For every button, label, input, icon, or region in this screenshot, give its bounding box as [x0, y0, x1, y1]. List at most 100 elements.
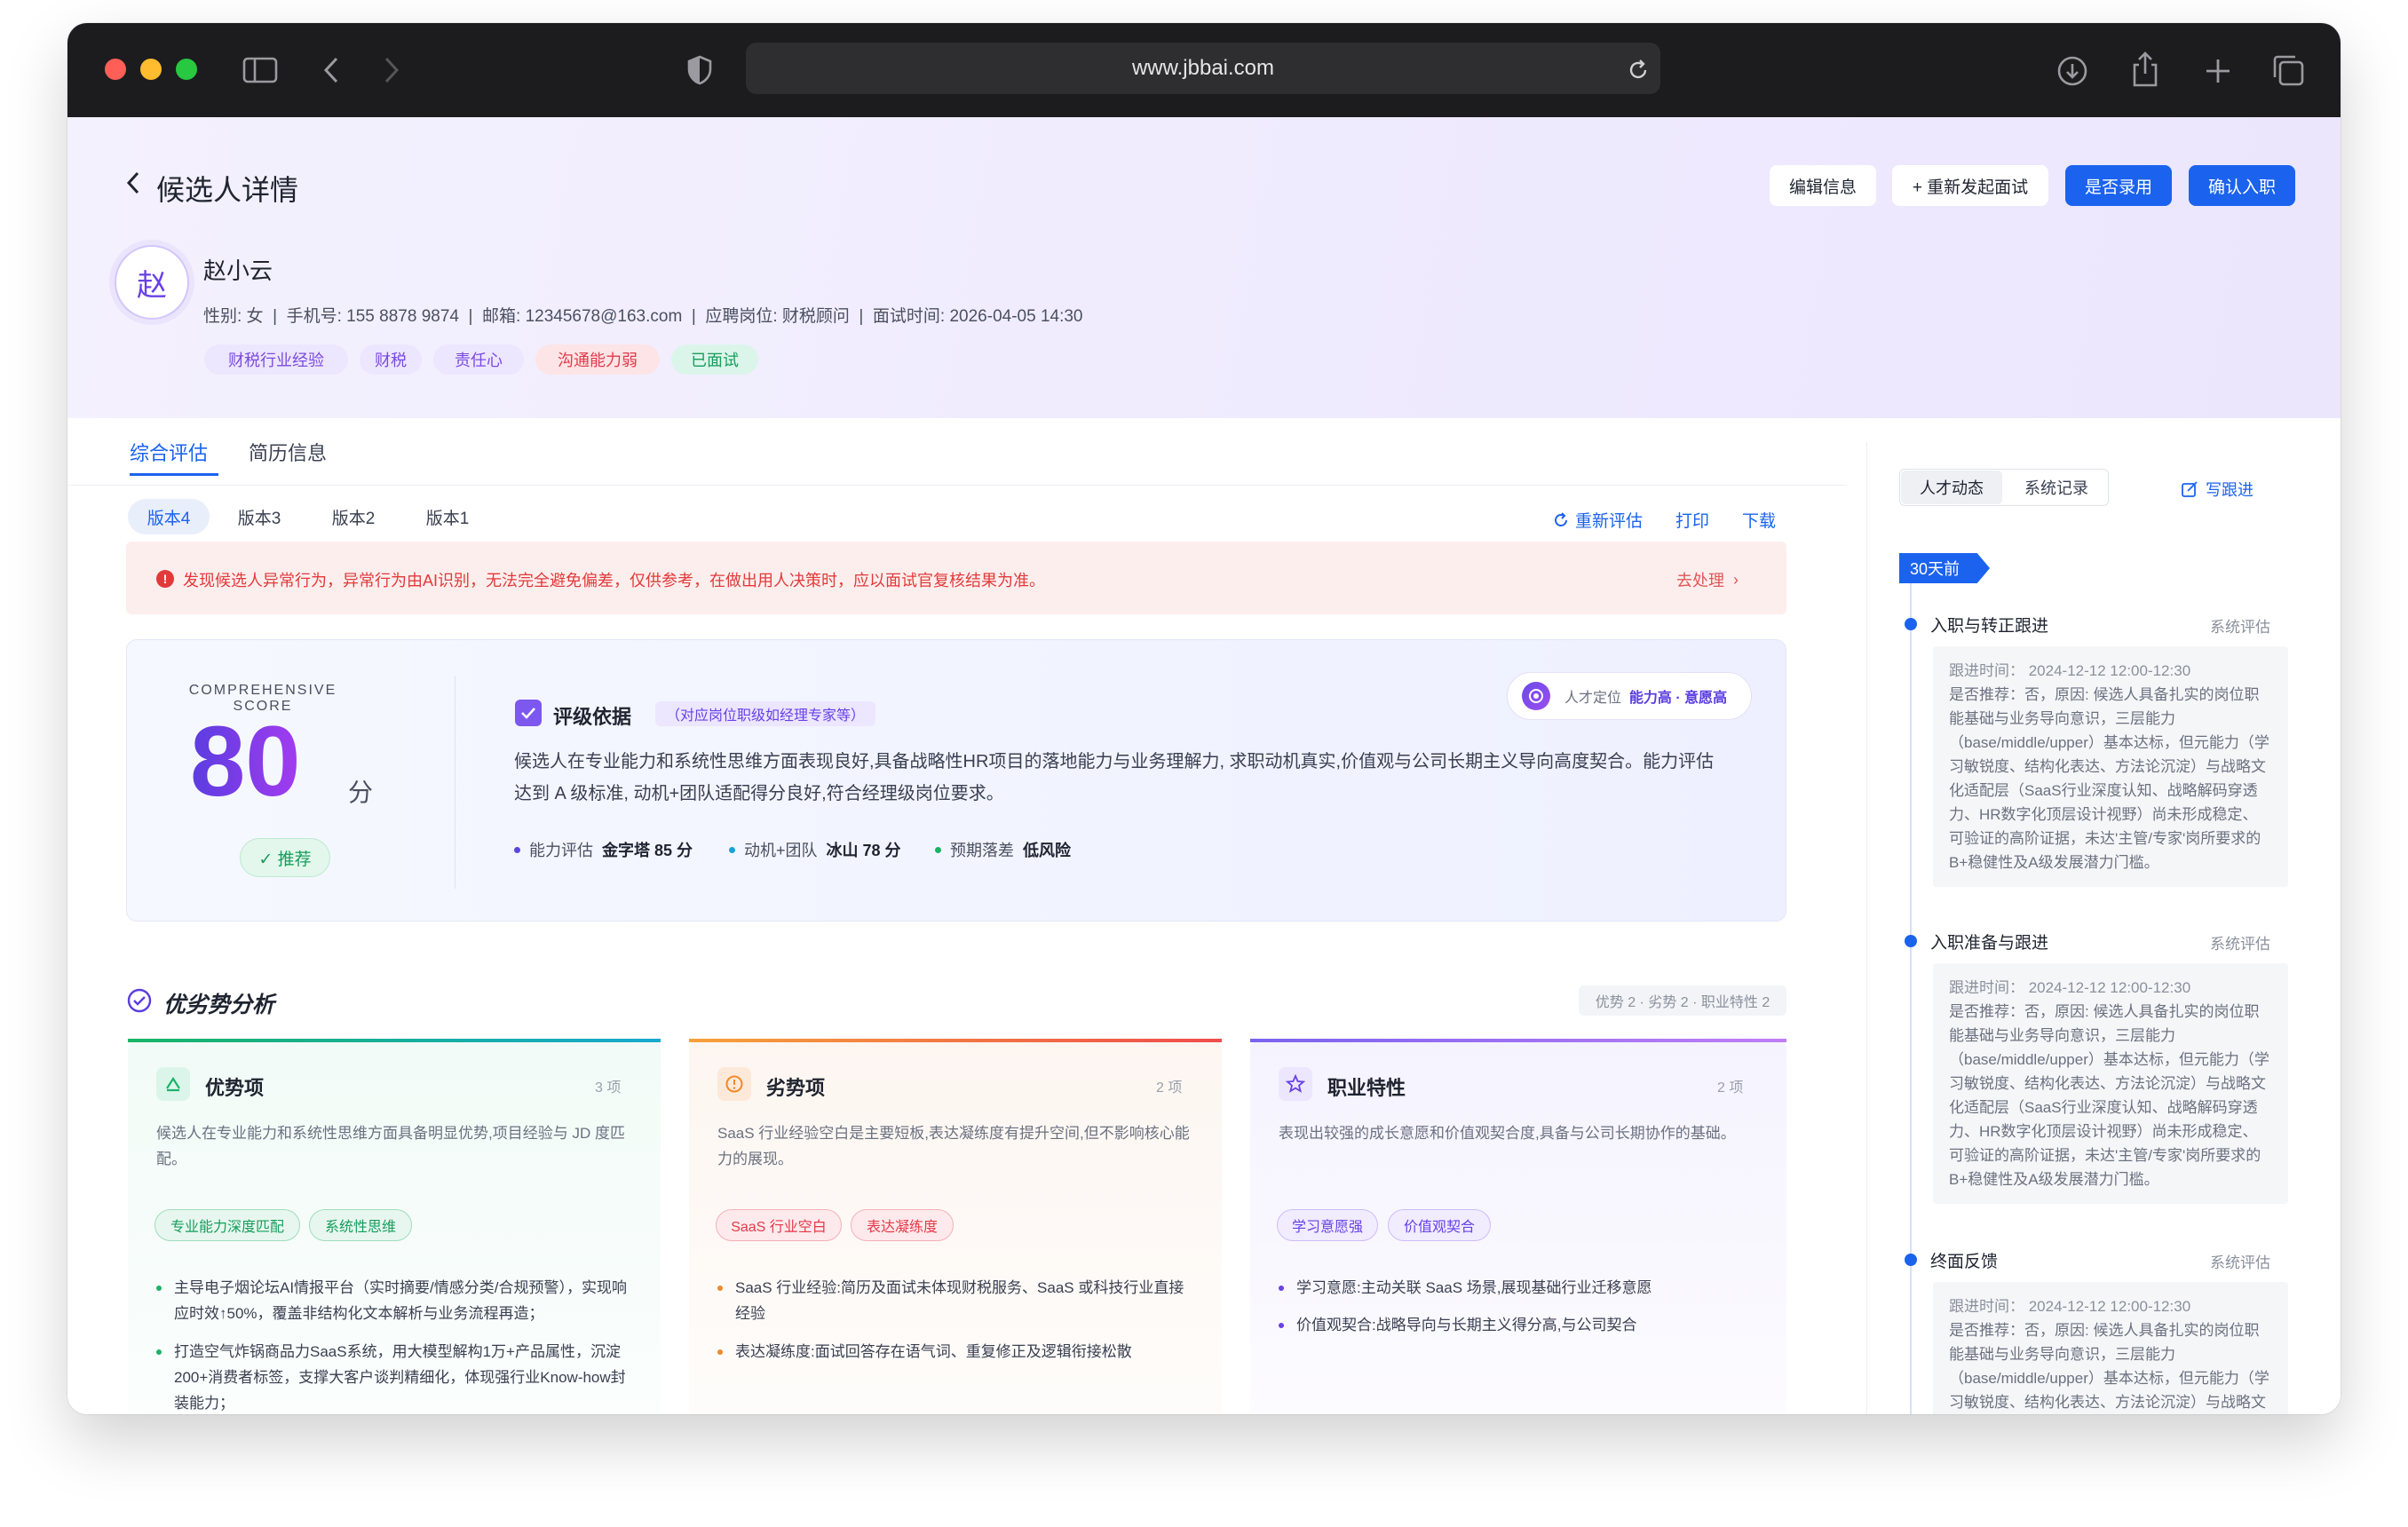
- timeline-dot: [1905, 935, 1917, 947]
- position-label: 人才定位: [1564, 691, 1622, 706]
- write-followup-label: 写跟进: [2206, 481, 2254, 499]
- back-nav-icon[interactable]: [318, 55, 345, 85]
- basis-tag: （对应岗位职级如经理专家等）: [655, 701, 876, 726]
- metric-value: 金字塔 85 分: [602, 842, 693, 859]
- tab-overall-evaluation[interactable]: 综合评估: [130, 438, 208, 466]
- sidebar-toggle-icon[interactable]: [242, 55, 279, 85]
- tab-overview-icon[interactable]: [2269, 51, 2307, 89]
- reevaluate-link[interactable]: 重新评估: [1552, 508, 1643, 532]
- reload-icon[interactable]: [1625, 57, 1652, 83]
- trait-item-2: 价值观契合:战略导向与长期主义得分高,与公司契合: [1279, 1312, 1760, 1338]
- alert-action-link[interactable]: 去处理 ›: [1676, 568, 1739, 591]
- trait-chip-1: 学习意愿强: [1277, 1209, 1378, 1241]
- zoom-window-button[interactable]: [176, 59, 197, 80]
- event-3-body: 是否推荐：否，原因: 候选人具备扎实的岗位职能基础与业务导向意识，三层能力（ba…: [1949, 1322, 2269, 1411]
- event-1-title: 入职与转正跟进: [1930, 617, 2049, 636]
- event-3-detail: 跟进时间： 2024-12-12 12:00-12:30 是否推荐：否，原因: …: [1933, 1282, 2288, 1414]
- tag-responsibility: 责任心: [433, 344, 524, 375]
- candidate-info: 性别: 女 | 手机号: 155 8878 9874 | 邮箱: 1234567…: [203, 307, 1083, 326]
- weakness-item-1: SaaS 行业经验:简历及面试未体现财税服务、SaaS 或科技行业直接经验: [717, 1275, 1199, 1326]
- print-link[interactable]: 打印: [1675, 508, 1709, 532]
- strength-item-2: 打造空气炸锅商品力SaaS系统，用大模型解构1万+产品属性，沉淀200+消费者标…: [156, 1339, 638, 1414]
- metric-label: 动机+团队: [744, 842, 818, 859]
- tag-industry: 财税行业经验: [204, 344, 348, 375]
- hire-decision-button[interactable]: 是否录用: [2065, 165, 2172, 206]
- weakness-chip-2: 表达凝练度: [851, 1209, 954, 1241]
- minimize-window-button[interactable]: [140, 59, 162, 80]
- traits-desc: 表现出较强的成长意愿和价值观契合度,具备与公司长期协作的基础。: [1279, 1125, 1736, 1142]
- metric-expectation-gap: 预期落差 低风险: [935, 838, 1071, 861]
- share-icon[interactable]: [2127, 50, 2163, 89]
- write-followup-link[interactable]: 写跟进: [2181, 478, 2254, 501]
- weakness-item-2: 表达凝练度:面试回答存在语气词、重复修正及逻辑衔接松散: [717, 1339, 1199, 1365]
- analysis-check-icon: [127, 988, 152, 1013]
- reinterview-button[interactable]: + 重新发起面试: [1892, 165, 2048, 206]
- metric-value: 低风险: [1023, 842, 1071, 859]
- avatar: 赵: [115, 245, 189, 320]
- weaknesses-desc: SaaS 行业经验空白是主要短板,表达凝练度有提升空间,但不影响核心能力的展现。: [717, 1125, 1190, 1167]
- browser-toolbar: www.jbbai.com: [67, 23, 2341, 117]
- chevron-right-icon: ›: [1733, 570, 1739, 589]
- basis-text: 候选人在专业能力和系统性思维方面表现良好,具备战略性HR项目的落地能力与业务理解…: [514, 752, 1715, 803]
- side-tab-system-records[interactable]: 系统记录: [2006, 471, 2107, 504]
- period-marker: 30天前: [1899, 553, 1990, 583]
- confirm-onboard-button[interactable]: 确认入职: [2189, 165, 2295, 206]
- version-1-tab[interactable]: 版本1: [407, 499, 488, 534]
- side-tab-talent-dynamics[interactable]: 人才动态: [1901, 471, 2002, 504]
- reevaluate-label: 重新评估: [1575, 512, 1644, 531]
- forward-nav-icon[interactable]: [378, 55, 405, 85]
- back-arrow-icon[interactable]: [124, 170, 144, 198]
- event-2-title: 入职准备与跟进: [1930, 934, 2049, 953]
- refresh-icon: [1555, 511, 1567, 526]
- event-2-time: 跟进时间： 2024-12-12 12:00-12:30: [1949, 979, 2191, 996]
- version-4-tab[interactable]: 版本4: [128, 499, 210, 534]
- download-link[interactable]: 下载: [1742, 508, 1776, 532]
- metric-label: 能力评估: [529, 842, 593, 859]
- event-3-time: 跟进时间： 2024-12-12 12:00-12:30: [1949, 1298, 2191, 1315]
- analysis-summary: 优势 2 · 劣势 2 · 职业特性 2: [1579, 985, 1786, 1016]
- event-1-time: 跟进时间： 2024-12-12 12:00-12:30: [1949, 662, 2191, 679]
- traits-title: 职业特性: [1327, 1077, 1406, 1099]
- strength-trend-icon: [156, 1067, 190, 1101]
- tab-resume-info[interactable]: 简历信息: [249, 438, 327, 466]
- tag-interviewed: 已面试: [671, 344, 758, 375]
- event-3-source: 系统评估: [2210, 1254, 2270, 1271]
- active-tab-indicator: [130, 473, 218, 476]
- edit-info-button[interactable]: 编辑信息: [1770, 165, 1876, 206]
- alert-action-label: 去处理: [1676, 572, 1724, 589]
- event-3-title: 终面反馈: [1930, 1253, 1999, 1271]
- edit-icon: [2182, 481, 2198, 497]
- weakness-alert-icon: [717, 1067, 751, 1101]
- close-window-button[interactable]: [105, 59, 126, 80]
- download-icon[interactable]: [2055, 53, 2090, 89]
- basis-check-icon: [515, 700, 542, 726]
- strengths-count: 3 项: [595, 1080, 622, 1096]
- new-tab-icon[interactable]: [2200, 53, 2236, 89]
- score-value: 80: [190, 706, 301, 817]
- metric-dot: [935, 846, 941, 853]
- trait-chip-2: 价值观契合: [1388, 1209, 1491, 1241]
- trait-item-1: 学习意愿:主动关联 SaaS 场景,展现基础行业迁移意愿: [1279, 1275, 1760, 1301]
- tag-weak-communication: 沟通能力弱: [535, 344, 660, 375]
- weaknesses-count: 2 项: [1156, 1080, 1183, 1096]
- traits-count: 2 项: [1717, 1080, 1744, 1096]
- strength-chip-1: 专业能力深度匹配: [154, 1209, 300, 1241]
- browser-window: www.jbbai.com 候选人详情 编辑信息 + 重新发起面试 是否录用 确…: [67, 23, 2341, 1414]
- event-1-detail: 跟进时间： 2024-12-12 12:00-12:30 是否推荐：否，原因: …: [1933, 646, 2288, 887]
- address-bar[interactable]: www.jbbai.com: [746, 43, 1660, 94]
- metric-ability: 能力评估 金字塔 85 分: [514, 838, 693, 861]
- event-2-body: 是否推荐：否，原因: 候选人具备扎实的岗位职能基础与业务导向意识，三层能力（ba…: [1949, 1003, 2269, 1188]
- metric-motivation: 动机+团队 冰山 78 分: [729, 838, 901, 861]
- privacy-shield-icon[interactable]: [685, 53, 714, 87]
- metric-value: 冰山 78 分: [826, 842, 901, 859]
- metric-dot: [514, 846, 520, 853]
- version-2-tab[interactable]: 版本2: [313, 499, 394, 534]
- alert-text: 发现候选人异常行为，异常行为由AI识别，无法完全避免偏差，仅供参考，在做出用人决…: [183, 572, 1046, 589]
- event-1-body: 是否推荐：否，原因: 候选人具备扎实的岗位职能基础与业务导向意识，三层能力（ba…: [1949, 686, 2269, 871]
- event-1-source: 系统评估: [2210, 619, 2270, 636]
- version-3-tab[interactable]: 版本3: [218, 499, 300, 534]
- strengths-desc: 候选人在专业能力和系统性思维方面具备明显优势,项目经验与 JD 度匹配。: [156, 1125, 625, 1167]
- star-icon: [1279, 1067, 1312, 1101]
- timeline-dot: [1905, 1254, 1917, 1266]
- recommend-badge: ✓ 推荐: [240, 838, 330, 877]
